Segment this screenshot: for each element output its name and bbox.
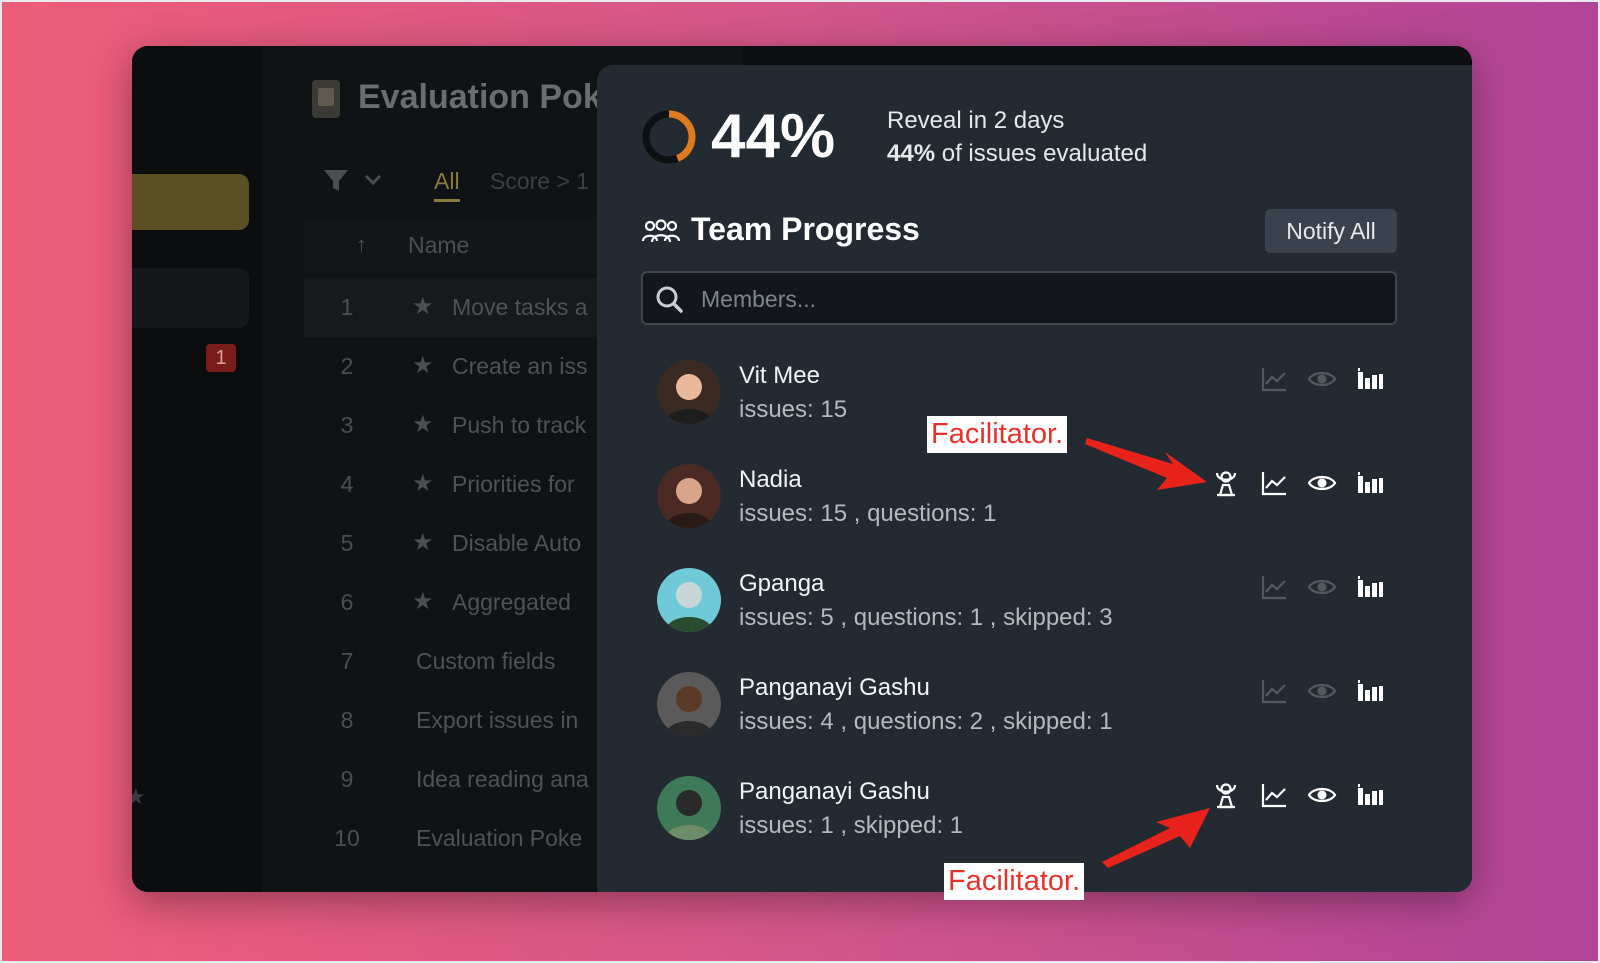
team-progress-panel: 44% Reveal in 2 days 44% of issues evalu…: [597, 65, 1472, 892]
eye-icon[interactable]: [1307, 676, 1337, 706]
chart-icon[interactable]: [1259, 572, 1289, 602]
row-number: 3: [340, 412, 354, 438]
bar-chart-icon[interactable]: [1355, 676, 1385, 706]
avatar: [657, 464, 721, 528]
bar-chart-icon[interactable]: [1355, 780, 1385, 810]
facilitator-annotation-bottom: Facilitator.: [944, 863, 1085, 900]
eye-icon[interactable]: [1307, 468, 1337, 498]
avatar: [657, 568, 721, 632]
member-name: Nadia: [739, 466, 802, 493]
notification-badge: 1: [206, 344, 236, 372]
chart-icon[interactable]: [1259, 676, 1289, 706]
row-title: Push to track: [452, 412, 587, 438]
bar-chart-icon[interactable]: [1355, 364, 1385, 394]
row-title: Aggregated: [452, 589, 571, 615]
member-actions: [1209, 676, 1399, 706]
row-number: 1: [340, 294, 354, 320]
eye-icon[interactable]: [1307, 572, 1337, 602]
reveal-text: Reveal in 2 days: [887, 107, 1065, 134]
member-stats: issues: 15: [739, 396, 848, 423]
annotation-arrow-top-icon: [1085, 438, 1207, 490]
member-row[interactable]: Panganayi Gashu issues: 4 , questions: 2 …: [657, 672, 1417, 752]
chart-icon[interactable]: [1259, 468, 1289, 498]
annotation-arrow-bottom-icon: [1102, 808, 1210, 868]
member-stats: issues: 15 , questions: 1: [739, 500, 997, 527]
chart-icon[interactable]: [1259, 364, 1289, 394]
row-number: 8: [340, 707, 354, 733]
member-name: Vit Mee: [739, 362, 820, 389]
row-number: 9: [340, 766, 354, 792]
row-number: 5: [340, 530, 354, 556]
row-number: 7: [340, 648, 354, 674]
tab-all[interactable]: All: [434, 168, 460, 202]
star-icon[interactable]: ★: [412, 292, 434, 321]
evaluated-percent: 44%: [887, 140, 936, 167]
member-stats: issues: 1 , skipped: 1: [739, 812, 964, 839]
team-progress-title: Team Progress: [691, 211, 920, 247]
member-row[interactable]: Nadia issues: 15 , questions: 1: [657, 464, 1417, 544]
search-icon: [656, 286, 683, 313]
member-actions: [1209, 572, 1399, 602]
member-stats: issues: 5 , questions: 1 , skipped: 3: [739, 604, 1113, 631]
member-name: Gpanga: [739, 570, 825, 597]
members-search-input[interactable]: [699, 273, 1383, 325]
page-title: Evaluation Poke: [358, 78, 621, 116]
row-number: 2: [340, 353, 354, 379]
row-title: Create an iss: [452, 353, 588, 379]
row-title: Custom fields: [416, 648, 556, 674]
bar-chart-icon[interactable]: [1355, 468, 1385, 498]
row-title: Priorities for: [452, 471, 575, 497]
row-number: 10: [334, 825, 360, 851]
star-icon: ★: [132, 784, 146, 809]
progress-percent: 44%: [711, 102, 836, 171]
sort-arrow-icon[interactable]: ↑: [356, 232, 367, 258]
row-title: Evaluation Poke: [416, 825, 583, 851]
member-actions: [1209, 780, 1399, 810]
eye-icon[interactable]: [1307, 364, 1337, 394]
member-stats: issues: 4 , questions: 2 , skipped: 1: [739, 708, 1113, 735]
star-icon[interactable]: ★: [412, 351, 434, 380]
avatar: [657, 360, 721, 424]
member-actions: [1209, 468, 1399, 498]
member-row[interactable]: Panganayi Gashu issues: 1 , skipped: 1: [657, 776, 1417, 856]
tab-score[interactable]: Score > 1: [490, 168, 589, 195]
bar-chart-icon[interactable]: [1355, 572, 1385, 602]
team-icon: [641, 219, 681, 243]
star-icon[interactable]: ★: [412, 410, 434, 439]
column-name-header[interactable]: Name: [408, 232, 469, 259]
progress-donut: [642, 110, 696, 164]
chart-icon[interactable]: [1259, 780, 1289, 810]
member-row[interactable]: Gpanga issues: 5 , questions: 1 , skipped…: [657, 568, 1417, 648]
star-icon[interactable]: ★: [412, 528, 434, 557]
eye-icon[interactable]: [1307, 780, 1337, 810]
star-icon[interactable]: ★: [412, 469, 434, 498]
sidebar-active-item[interactable]: [132, 174, 249, 230]
row-number: 6: [340, 589, 354, 615]
facilitator-annotation-top: Facilitator.: [927, 416, 1068, 453]
row-title: Idea reading ana: [416, 766, 589, 792]
filter-icon[interactable]: [322, 166, 392, 196]
board-icon: [312, 80, 340, 118]
avatar: [657, 776, 721, 840]
star-icon[interactable]: ★: [412, 587, 434, 616]
row-title: Export issues in: [416, 707, 579, 733]
sidebar: 1 ★: [132, 46, 262, 892]
row-number: 4: [340, 471, 354, 497]
member-actions: [1209, 364, 1399, 394]
member-name: Panganayi Gashu: [739, 674, 930, 701]
notify-all-button[interactable]: Notify All: [1265, 209, 1397, 253]
row-title: Disable Auto: [452, 530, 582, 556]
evaluated-label: of issues evaluated: [941, 140, 1148, 167]
evaluated-text: 44% of issues evaluated: [887, 140, 1147, 168]
sidebar-item[interactable]: [132, 268, 249, 328]
member-name: Panganayi Gashu: [739, 778, 930, 805]
members-search: [641, 271, 1397, 325]
app-window: 1 ★ Evaluation Poke All Score > 1 ↑ Name…: [132, 46, 1472, 892]
row-title: Move tasks a: [452, 294, 588, 320]
facilitator-icon[interactable]: [1211, 468, 1241, 498]
avatar: [657, 672, 721, 736]
